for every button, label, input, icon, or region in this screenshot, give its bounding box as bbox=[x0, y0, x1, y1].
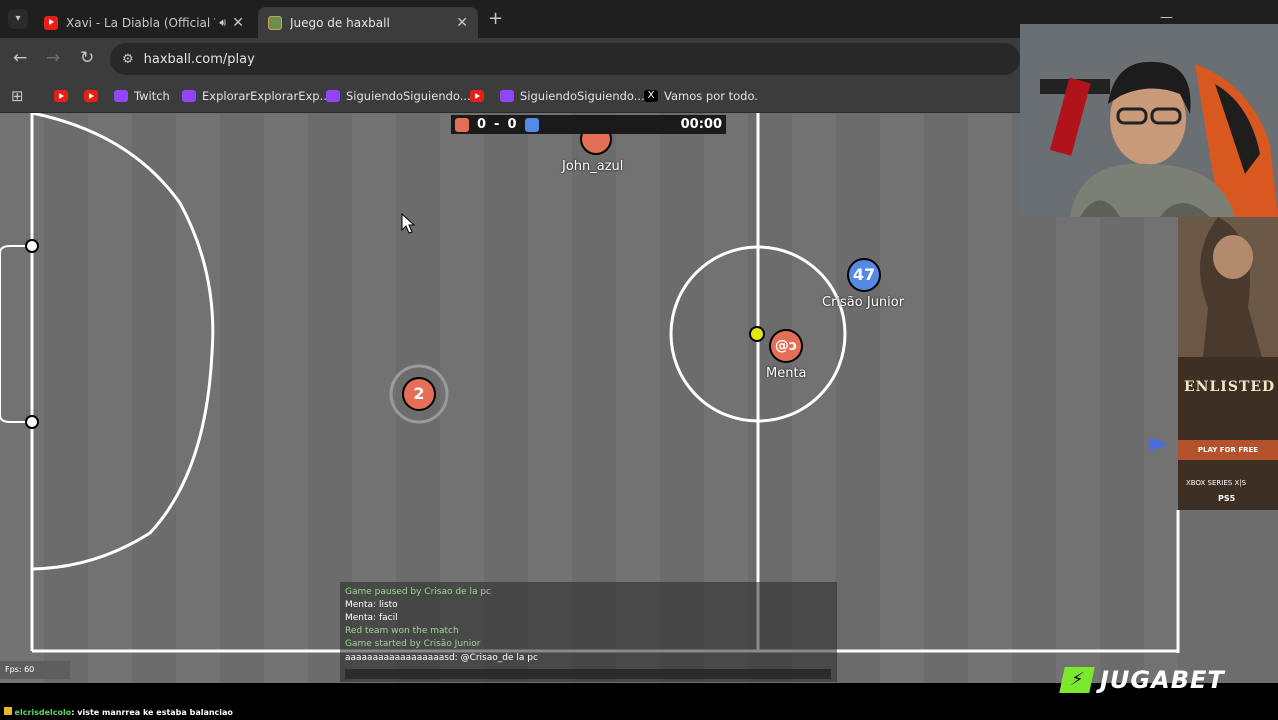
tab-title: Xavi - La Diabla (Official Vid bbox=[66, 15, 215, 30]
match-timer: 00:00 bbox=[680, 117, 722, 132]
bookmark-item[interactable]: Twitch bbox=[114, 87, 170, 105]
score-separator: - bbox=[494, 117, 500, 132]
youtube-icon bbox=[54, 90, 68, 102]
ad-platform-ps5: PS5 bbox=[1218, 494, 1236, 503]
twitch-icon bbox=[182, 90, 196, 102]
ad-image bbox=[1178, 217, 1278, 510]
player-name: Menta bbox=[766, 366, 807, 381]
ball bbox=[749, 326, 765, 342]
youtube-icon bbox=[44, 15, 58, 30]
new-tab-button[interactable]: + bbox=[488, 8, 503, 29]
twitch-chat-overlay: elcrisdelcolo: viste manrrea ke estaba b… bbox=[4, 707, 233, 717]
speaker-icon[interactable]: 🔊︎ bbox=[219, 16, 226, 30]
tab-haxball[interactable]: Juego de haxball ✕ bbox=[258, 7, 478, 38]
reload-icon[interactable]: ↻ bbox=[80, 48, 94, 68]
mouse-cursor-icon bbox=[401, 213, 415, 234]
advertisement[interactable]: ENLISTED PLAY FOR FREE XBOX SERIES X|S P… bbox=[1178, 217, 1278, 510]
twitch-icon bbox=[500, 90, 514, 102]
chat-line: Menta: facil bbox=[345, 613, 398, 623]
back-icon[interactable]: ← bbox=[13, 48, 27, 68]
scoreboard: 0 - 0 00:00 bbox=[451, 115, 726, 134]
chat-input[interactable] bbox=[345, 669, 831, 679]
webcam-image bbox=[1020, 24, 1278, 217]
tab-youtube[interactable]: Xavi - La Diabla (Official Vid 🔊︎ ✕ bbox=[34, 7, 254, 38]
ad-title: ENLISTED bbox=[1184, 379, 1276, 395]
twitch-icon bbox=[326, 90, 340, 102]
tab-search-button[interactable]: ▾ bbox=[8, 9, 28, 29]
player-disc: @ɔ bbox=[769, 329, 803, 363]
close-tab-icon[interactable]: ✕ bbox=[232, 15, 244, 31]
address-bar[interactable]: ⚙ haxball.com/play bbox=[110, 43, 1020, 75]
chat-line: aaaaaaaaaaaaaaaaaasd: @Crisao_de la pc bbox=[345, 653, 538, 663]
player-disc: 2 bbox=[402, 377, 436, 411]
close-tab-icon[interactable]: ✕ bbox=[456, 15, 468, 31]
x-icon: X bbox=[644, 90, 658, 102]
webcam-overlay bbox=[1020, 24, 1278, 217]
ad-platform-xbox: XBOX SERIES X|S bbox=[1186, 479, 1247, 487]
tab-title: Juego de haxball bbox=[290, 15, 390, 30]
goal-post bbox=[25, 239, 39, 253]
forward-icon[interactable]: → bbox=[46, 48, 60, 68]
haxball-icon bbox=[268, 15, 282, 30]
goal-post bbox=[25, 415, 39, 429]
bookmark-item[interactable]: SiguiendoSiguiendo... bbox=[500, 87, 645, 105]
chat-message: : viste manrrea ke estaba balanciao bbox=[71, 708, 233, 717]
fps-counter: Fps: 60 bbox=[0, 661, 70, 679]
lightning-icon: ⚡ bbox=[1059, 667, 1095, 693]
sponsor-logo: ⚡ JUGABET bbox=[1059, 665, 1256, 695]
chat-line: Red team won the match bbox=[345, 626, 459, 636]
bookmark-item[interactable]: ExplorarExplorarExp... bbox=[182, 87, 331, 105]
bookmark-item[interactable]: SiguiendoSiguiendo... bbox=[326, 87, 471, 105]
ad-play-button[interactable]: PLAY FOR FREE bbox=[1178, 440, 1278, 460]
chat-line: Game paused by Crisao de la pc bbox=[345, 587, 491, 597]
blue-team-square bbox=[524, 117, 539, 132]
youtube-icon bbox=[470, 90, 484, 102]
bookmark-item[interactable] bbox=[84, 87, 104, 105]
site-settings-icon[interactable]: ⚙ bbox=[122, 52, 134, 67]
twitch-icon bbox=[114, 90, 128, 102]
apps-icon[interactable]: ⊞ bbox=[11, 87, 24, 105]
red-team-square bbox=[455, 117, 469, 132]
chat-line: Menta: listo bbox=[345, 600, 398, 610]
window-controls: — bbox=[1160, 10, 1173, 25]
player-name: Crisão Junior bbox=[822, 295, 905, 310]
minimize-icon[interactable]: — bbox=[1160, 10, 1173, 25]
bookmark-item[interactable]: X Vamos por todo. bbox=[644, 87, 758, 105]
player-disc: 47 bbox=[847, 258, 881, 292]
chat-box: Game paused by Crisao de la pc Menta: li… bbox=[340, 582, 837, 682]
red-score: 0 bbox=[477, 117, 487, 132]
chat-line: Game started by Crisão Junior bbox=[345, 639, 481, 649]
chat-badge-icon bbox=[4, 707, 12, 715]
chat-username: elcrisdelcolo bbox=[14, 708, 72, 717]
bookmark-item[interactable] bbox=[54, 87, 74, 105]
youtube-icon bbox=[84, 90, 98, 102]
bookmark-item[interactable] bbox=[470, 87, 490, 105]
player-name: John_azul bbox=[562, 159, 624, 174]
url-text: haxball.com/play bbox=[143, 51, 255, 67]
blue-score: 0 bbox=[507, 117, 517, 132]
